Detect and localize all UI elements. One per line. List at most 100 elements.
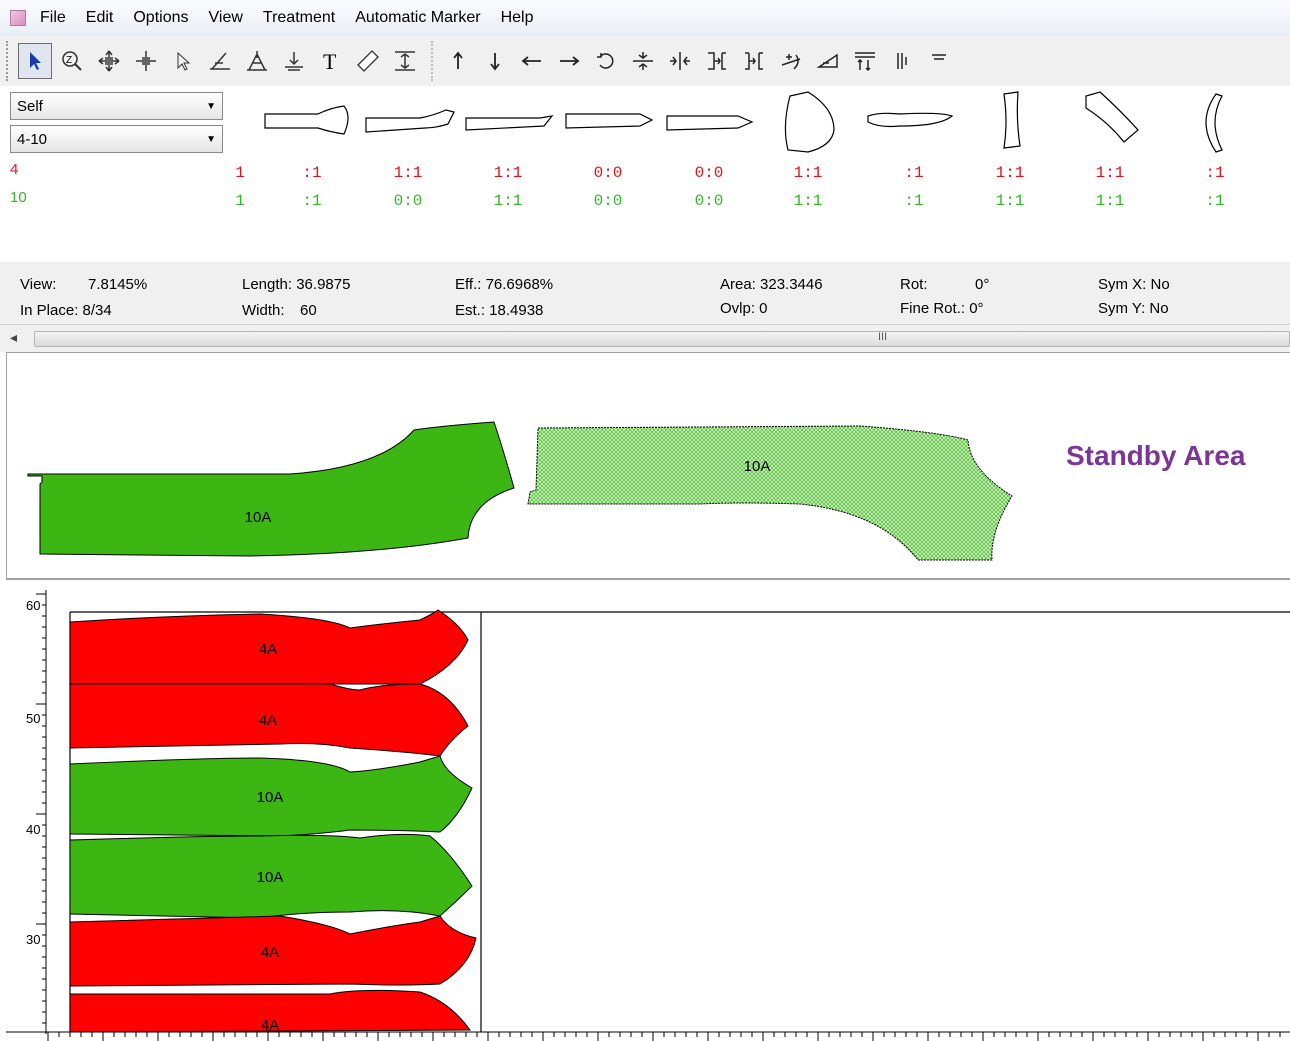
select-tool-button[interactable]	[18, 43, 52, 79]
menu-bar: File Edit Options View Treatment Automat…	[0, 0, 1290, 36]
svg-text:Z: Z	[66, 55, 72, 66]
piece-count-size-4: 0:0	[694, 164, 724, 182]
move-all-tool-button[interactable]	[92, 43, 126, 79]
bump-left-button[interactable]	[737, 43, 771, 79]
piece-count-size-10: 1:1	[493, 192, 523, 210]
piece-thumbnail-1[interactable]	[264, 105, 349, 135]
pointer-tool-button[interactable]	[166, 43, 200, 79]
rotation-label: Rot:	[900, 276, 928, 293]
split-icon	[247, 51, 267, 71]
sym-y-readout: Sym Y: No	[1098, 300, 1169, 317]
ruler-label-40: 40	[26, 822, 40, 837]
piece-thumbnail-7[interactable]	[867, 112, 954, 128]
piece-thumbnail-3[interactable]	[465, 115, 554, 131]
piece-thumbnail-6[interactable]	[784, 91, 835, 153]
rotate-icon	[597, 53, 614, 69]
piece-thumbnail-4[interactable]	[565, 113, 654, 129]
svg-text:T: T	[323, 49, 337, 73]
piece-count-size-4: 1:1	[493, 164, 523, 182]
menu-view[interactable]: View	[209, 9, 243, 27]
move-piece-tool-button[interactable]	[129, 43, 163, 79]
menu-help[interactable]: Help	[501, 9, 534, 27]
move-right-button[interactable]	[552, 43, 586, 79]
toolbar-grip[interactable]	[6, 41, 12, 81]
move-left-button[interactable]	[515, 43, 549, 79]
piece-thumbnail-8[interactable]	[1003, 91, 1021, 149]
piece-count-size-4: :1	[302, 164, 322, 182]
horizontal-scrollbar[interactable]: ◂ III	[0, 324, 1290, 352]
select-arrow-icon	[30, 52, 41, 70]
standby-piece-10a-hatched[interactable]	[527, 425, 1013, 561]
measure-angle-tool-button[interactable]	[203, 43, 237, 79]
move-up-button[interactable]	[441, 43, 475, 79]
tilt-down-icon	[816, 53, 838, 68]
marker-piece-label: 4A	[259, 641, 277, 658]
flip-vertical-button[interactable]	[626, 43, 660, 79]
flip-vertical-icon	[633, 52, 653, 70]
piece-count-size-10: 1:1	[995, 192, 1025, 210]
marker-piece-label: 4A	[259, 712, 277, 729]
ruler-label-50: 50	[26, 711, 40, 726]
standby-piece-10a-solid[interactable]	[27, 421, 515, 557]
width-value: 60	[300, 302, 317, 319]
ruler-ticks	[47, 1032, 1281, 1041]
marker-piece-label: 4A	[261, 1017, 279, 1034]
menu-file[interactable]: File	[40, 9, 66, 27]
app-icon	[10, 10, 26, 26]
fit-tool-button[interactable]	[388, 43, 422, 79]
toolbar-separator	[431, 41, 441, 81]
ruler-tool-button[interactable]	[351, 43, 385, 79]
tilt-up-button[interactable]	[774, 43, 808, 79]
split-column-button[interactable]	[885, 43, 919, 79]
stack-button[interactable]	[848, 43, 882, 79]
menu-automatic-marker[interactable]: Automatic Marker	[355, 9, 480, 27]
tilt-down-button[interactable]	[811, 43, 845, 79]
split-tool-button[interactable]	[240, 43, 274, 79]
bump-right-icon	[708, 52, 726, 70]
piece-count-size-4: :1	[1205, 164, 1225, 182]
estimate-readout: Est.: 18.4938	[455, 302, 544, 319]
scrollbar-thumb[interactable]	[34, 331, 1290, 347]
piece-thumbnail-9[interactable]	[1085, 91, 1139, 143]
zoom-tool-button[interactable]: Z	[55, 43, 89, 79]
fit-height-icon	[395, 51, 415, 71]
standby-area-label: Standby Area	[1066, 440, 1246, 471]
scroll-left-icon[interactable]: ◂	[10, 329, 17, 346]
length-readout: Length: 36.9875	[242, 276, 351, 293]
menu-treatment[interactable]: Treatment	[263, 9, 335, 27]
menu-options[interactable]: Options	[133, 9, 188, 27]
marker-area: 60 50 40 30 4A 4A 10A 10A 4A 4A	[0, 582, 1290, 1041]
measure-angle-icon	[210, 52, 230, 70]
stack-icon	[855, 52, 875, 72]
piece-thumbnail-2[interactable]	[365, 109, 455, 133]
piece-count-size-10: 1:1	[793, 192, 823, 210]
toolbar-options-button[interactable]	[922, 43, 956, 79]
bump-left-icon	[745, 52, 763, 70]
width-label: Width:	[242, 302, 285, 319]
piece-count-size-10: :1	[302, 192, 322, 210]
in-place-readout: In Place: 8/34	[20, 302, 112, 319]
sym-x-readout: Sym X: No	[1098, 276, 1170, 293]
standby-piece-label: 10A	[245, 509, 272, 526]
piece-thumbnail-10[interactable]	[1205, 93, 1223, 153]
split-column-icon	[897, 53, 907, 69]
menu-edit[interactable]: Edit	[86, 9, 114, 27]
rotate-button[interactable]	[589, 43, 623, 79]
arrow-left-icon	[521, 56, 541, 66]
fine-rotation-readout: Fine Rot.: 0°	[900, 300, 984, 317]
move-down-button[interactable]	[478, 43, 512, 79]
pointer-icon	[177, 51, 191, 71]
overlap-readout: Ovlp: 0	[720, 300, 768, 317]
text-tool-button[interactable]: T	[314, 43, 348, 79]
align-bottom-tool-button[interactable]	[277, 43, 311, 79]
piece-thumbnail-5[interactable]	[666, 115, 754, 131]
arrow-up-icon	[453, 51, 463, 69]
piece-count-size-10: 1:1	[1095, 192, 1125, 210]
move-all-icon	[98, 50, 120, 72]
flip-horizontal-icon	[670, 52, 690, 70]
flip-horizontal-button[interactable]	[663, 43, 697, 79]
piece-count-size-10: :1	[904, 192, 924, 210]
piece-count-size-4: 0:0	[593, 164, 623, 182]
piece-count-size-4: 1:1	[995, 164, 1025, 182]
bump-right-button[interactable]	[700, 43, 734, 79]
